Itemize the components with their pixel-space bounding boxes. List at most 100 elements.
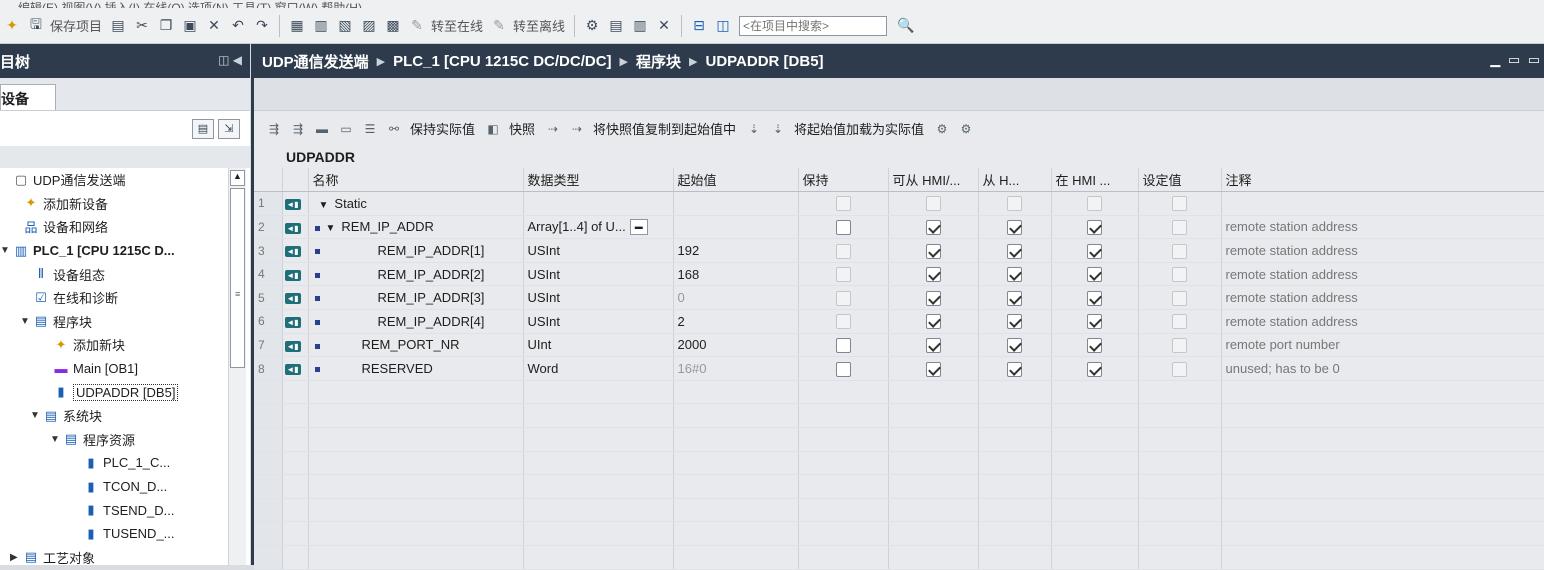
table-row[interactable]: 8 ◄▮ RESERVED Word 16#0 unused; has to be 0 xyxy=(254,356,1544,381)
redo-icon[interactable]: ↷ xyxy=(251,15,273,37)
hmi-visible-checkbox[interactable] xyxy=(1087,267,1102,283)
print-icon[interactable]: ▤ xyxy=(107,15,129,37)
split-horizontal-icon[interactable]: ⊟ xyxy=(688,15,710,37)
column-header[interactable]: 从 H... xyxy=(978,168,1052,193)
hmi-accessible-checkbox[interactable] xyxy=(925,243,941,259)
row-number[interactable]: 2 xyxy=(254,215,283,240)
close-editor-icon[interactable]: ✕ xyxy=(653,15,675,37)
keep-actual-values-button[interactable]: 保持实际值 xyxy=(410,119,475,138)
hmi-accessible-checkbox[interactable] xyxy=(925,220,941,236)
list-icon[interactable]: ☰ xyxy=(360,119,380,139)
hmi-visible-checkbox[interactable] xyxy=(1087,220,1102,236)
name-cell[interactable]: REM_PORT_NR xyxy=(308,333,524,358)
hmi-accessible-checkbox[interactable] xyxy=(925,290,941,306)
copy-icon[interactable]: ❐ xyxy=(155,15,177,37)
tree-item[interactable]: ▮ TSEND_D... xyxy=(0,498,250,522)
breadcrumb-item[interactable]: 程序块 xyxy=(636,51,681,72)
open-editor-icon[interactable]: ⇲ xyxy=(218,119,240,139)
save-project-button[interactable]: 保存项目 xyxy=(50,16,102,35)
scroll-up-icon[interactable]: ▲ xyxy=(230,170,245,186)
comment-cell[interactable]: remote station address xyxy=(1221,309,1544,334)
expand-toggle-icon[interactable]: ▶ xyxy=(10,552,22,563)
expand-icon[interactable]: ▬ xyxy=(312,119,332,139)
tab-devices[interactable]: 设备 xyxy=(0,84,56,110)
table-row[interactable]: 4 ◄▮ REM_IP_ADDR[2] USInt 168 remote station … xyxy=(254,262,1544,287)
simulation-icon[interactable]: ▨ xyxy=(358,15,380,37)
name-cell[interactable]: ▼ Static xyxy=(308,191,524,216)
hmi-visible-checkbox[interactable] xyxy=(1087,337,1102,353)
name-cell[interactable]: REM_IP_ADDR[4] xyxy=(308,309,524,334)
breadcrumb-item[interactable]: UDP通信发送端 xyxy=(262,51,369,72)
monitor-icon[interactable]: ⚯ xyxy=(384,119,404,139)
data-type-cell[interactable]: USInt xyxy=(523,309,674,334)
data-type-cell[interactable]: Array[1..4] of U... ▬ xyxy=(523,215,674,240)
copy-snapshot-icon-2[interactable]: ⇢ xyxy=(567,119,587,139)
row-number[interactable]: 1 xyxy=(254,191,283,216)
go-offline-icon[interactable]: ✎ xyxy=(488,15,510,37)
comment-cell[interactable] xyxy=(1221,191,1544,216)
expand-toggle-icon[interactable]: ▼ xyxy=(326,223,336,234)
expand-toggle-icon[interactable]: ▼ xyxy=(30,410,42,421)
data-type-cell[interactable]: USInt xyxy=(523,262,674,287)
delete-icon[interactable]: ✕ xyxy=(203,15,225,37)
settings-icon[interactable]: ⚙ xyxy=(932,119,952,139)
compare-icon[interactable]: ▥ xyxy=(629,15,651,37)
data-type-cell[interactable]: UInt xyxy=(523,333,674,358)
hmi-writable-checkbox[interactable] xyxy=(1007,290,1022,306)
save-icon[interactable]: 🖫 xyxy=(25,15,47,37)
tree-item[interactable]: ▮ TUSEND_... xyxy=(0,522,250,546)
start-value-cell[interactable]: 0 xyxy=(673,285,799,311)
load-start-values-button[interactable]: 将起始值加载为实际值 xyxy=(794,119,924,138)
breadcrumb-item[interactable]: UDPADDR [DB5] xyxy=(705,53,823,70)
snapshot-button[interactable]: 快照 xyxy=(509,119,535,138)
comment-cell[interactable]: remote port number xyxy=(1221,333,1544,358)
start-value-cell[interactable]: 168 xyxy=(673,262,799,287)
hmi-accessible-checkbox[interactable] xyxy=(925,267,941,283)
row-number[interactable]: 7 xyxy=(254,333,283,358)
retain-checkbox[interactable] xyxy=(835,337,851,353)
tree-item[interactable]: 品设备和网络 xyxy=(0,215,250,239)
data-type-cell[interactable]: USInt xyxy=(523,285,674,311)
search-icon[interactable]: 🔍 xyxy=(895,15,917,37)
hmi-accessible-checkbox[interactable] xyxy=(925,314,941,330)
data-type-cell[interactable] xyxy=(523,191,674,216)
tree-item[interactable]: ▬ Main [OB1] xyxy=(0,357,250,381)
search-input[interactable] xyxy=(739,15,888,36)
tree-item[interactable]: ☑ 在线和诊断 xyxy=(0,286,250,310)
copy-snapshot-icon[interactable]: ⇢ xyxy=(543,119,563,139)
tree-item[interactable]: ▼ ▥ PLC_1 [CPU 1215C D... xyxy=(0,239,250,263)
hmi-accessible-checkbox[interactable] xyxy=(925,337,941,353)
retain-checkbox[interactable] xyxy=(835,361,851,377)
paste-icon[interactable]: ▣ xyxy=(179,15,201,37)
scroll-thumb[interactable]: ≡ xyxy=(230,188,245,368)
expand-toggle-icon[interactable]: ▼ xyxy=(0,245,12,256)
column-header[interactable]: 起始值 xyxy=(673,168,799,193)
hmi-writable-checkbox[interactable] xyxy=(1007,243,1022,259)
table-row[interactable]: 7 ◄▮ REM_PORT_NR UInt 2000 remote port number xyxy=(254,333,1544,358)
tree-item[interactable]: ▶ ▤ 工艺对象 xyxy=(0,546,250,565)
hmi-accessible-checkbox[interactable] xyxy=(925,361,941,377)
comment-cell[interactable]: unused; has to be 0 xyxy=(1221,356,1544,381)
tree-item[interactable]: ▮ UDPADDR [DB5] xyxy=(0,380,250,404)
expand-toggle-icon[interactable]: ▼ xyxy=(319,200,329,211)
snapshot-icon[interactable]: ◧ xyxy=(483,119,503,139)
collapse-icon[interactable]: ▭ xyxy=(336,119,356,139)
tree-item[interactable]: ▼ ▤ 程序块 xyxy=(0,310,250,334)
overview-icon[interactable]: ▤ xyxy=(192,119,214,139)
window-controls-icon[interactable]: ▁ ▭ ▭ xyxy=(1490,52,1542,68)
tree-item[interactable]: ✦ 添加新块 xyxy=(0,333,250,357)
column-header[interactable]: 在 HMI ... xyxy=(1051,168,1139,193)
data-type-cell[interactable]: Word xyxy=(523,356,674,381)
name-cell[interactable]: REM_IP_ADDR[3] xyxy=(308,285,524,311)
column-header[interactable]: 名称 xyxy=(308,168,524,193)
cross-reference-icon[interactable]: ▤ xyxy=(605,15,627,37)
start-value-cell[interactable]: 192 xyxy=(673,238,799,263)
comment-cell[interactable]: remote station address xyxy=(1221,285,1544,311)
start-value-cell[interactable] xyxy=(673,191,799,216)
name-cell[interactable]: RESERVED xyxy=(308,356,524,381)
expand-toggle-icon[interactable]: ▼ xyxy=(20,316,32,327)
table-row[interactable]: 2 ◄▮ ▼ REM_IP_ADDR Array[1..4] of U... ▬ remot… xyxy=(254,215,1544,240)
add-row-icon[interactable]: ⇶ xyxy=(288,119,308,139)
tree-item[interactable]: ▼ ▤ 系统块 xyxy=(0,404,250,428)
start-simulation-icon[interactable]: ▩ xyxy=(382,15,404,37)
